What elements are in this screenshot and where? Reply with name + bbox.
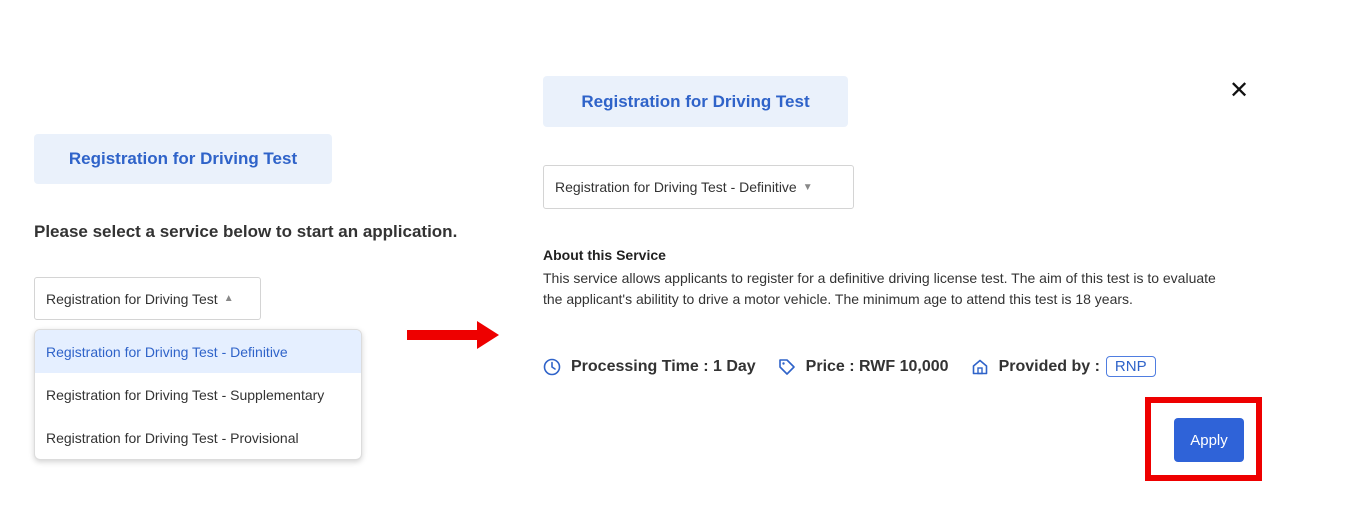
provider: Provided by : RNP — [971, 356, 1156, 377]
clock-icon — [543, 358, 561, 375]
close-icon[interactable]: ✕ — [1226, 78, 1252, 104]
service-select-left[interactable]: Registration for Driving Test ▲ — [34, 277, 261, 320]
select-value: Registration for Driving Test - Definiti… — [555, 179, 797, 195]
tag-icon — [778, 358, 795, 375]
service-select-right[interactable]: Registration for Driving Test - Definiti… — [543, 165, 854, 209]
select-prompt: Please select a service below to start a… — [34, 222, 458, 241]
about-title: About this Service — [543, 247, 666, 263]
about-description: This service allows applicants to regist… — [543, 270, 1216, 307]
service-tag-left[interactable]: Registration for Driving Test — [34, 134, 332, 184]
apply-button[interactable]: Apply — [1174, 418, 1244, 462]
service-meta: Processing Time : 1 Day Price : RWF 10,0… — [543, 356, 1178, 377]
home-icon — [972, 359, 987, 374]
option-supplementary[interactable]: Registration for Driving Test - Suppleme… — [35, 373, 361, 416]
provided-by-label: Provided by : — [998, 357, 1100, 375]
processing-time-text: Processing Time : 1 Day — [571, 357, 756, 375]
select-value: Registration for Driving Test — [46, 290, 218, 307]
provider-badge: RNP — [1105, 356, 1156, 377]
processing-time: Processing Time : 1 Day — [543, 358, 756, 376]
service-tag-right[interactable]: Registration for Driving Test — [543, 76, 848, 127]
caret-up-icon: ▲ — [223, 293, 234, 304]
price: Price : RWF 10,000 — [778, 358, 949, 376]
service-dropdown: Registration for Driving Test - Definiti… — [34, 329, 362, 460]
option-definitive[interactable]: Registration for Driving Test - Definiti… — [35, 330, 361, 373]
option-provisional[interactable]: Registration for Driving Test - Provisio… — [35, 416, 361, 459]
price-text: Price : RWF 10,000 — [805, 357, 949, 375]
arrow-right-icon — [407, 321, 499, 349]
caret-down-icon: ▼ — [802, 181, 813, 193]
